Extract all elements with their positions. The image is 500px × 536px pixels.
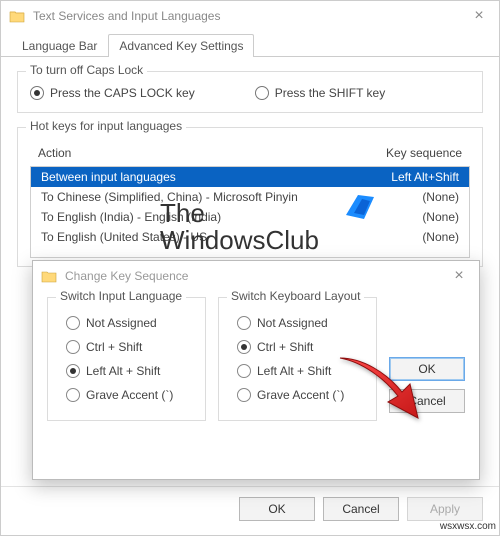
hotkeys-group-label: Hot keys for input languages: [26, 119, 186, 133]
radio-grave-accent[interactable]: Grave Accent (`): [237, 388, 358, 402]
radio-label: Grave Accent (`): [86, 388, 173, 402]
radio-icon: [30, 86, 44, 100]
radio-ctrl-shift[interactable]: Ctrl + Shift: [66, 340, 187, 354]
hotkeys-group: Hot keys for input languages Action Key …: [17, 127, 483, 267]
radio-icon: [237, 364, 251, 378]
list-header: Action Key sequence: [30, 142, 470, 166]
window-icon: [9, 9, 25, 23]
radio-label: Not Assigned: [257, 316, 328, 330]
radio-icon: [255, 86, 269, 100]
radio-ctrl-shift[interactable]: Ctrl + Shift: [237, 340, 358, 354]
radio-label: Press the SHIFT key: [275, 86, 385, 100]
window-title: Text Services and Input Languages: [33, 9, 467, 23]
dialog-footer: OK Cancel Apply: [1, 486, 499, 535]
close-icon[interactable]: ×: [467, 7, 491, 25]
col-seq-header: Key sequence: [362, 146, 462, 160]
radio-label: Press the CAPS LOCK key: [50, 86, 195, 100]
radio-icon: [237, 316, 251, 330]
dialog-buttons: OK Cancel: [389, 297, 465, 421]
radio-label: Left Alt + Shift: [86, 364, 160, 378]
capslock-group: To turn off Caps Lock Press the CAPS LOC…: [17, 71, 483, 113]
hotkeys-listbox[interactable]: Between input languages Left Alt+Shift T…: [30, 166, 470, 258]
tab-body: To turn off Caps Lock Press the CAPS LOC…: [1, 57, 499, 289]
close-icon[interactable]: ×: [447, 267, 471, 285]
radio-icon: [237, 388, 251, 402]
radio-not-assigned[interactable]: Not Assigned: [237, 316, 358, 330]
dialog-titlebar: Change Key Sequence ×: [33, 261, 479, 291]
list-item-action: To English (India) - English (India): [41, 210, 369, 224]
list-item-seq: (None): [369, 230, 459, 244]
list-item-seq: (None): [369, 210, 459, 224]
window-icon: [41, 269, 57, 283]
radio-icon: [66, 364, 80, 378]
list-item-action: To English (United States) - US: [41, 230, 369, 244]
radio-label: Not Assigned: [86, 316, 157, 330]
apply-button[interactable]: Apply: [407, 497, 483, 521]
list-item-seq: (None): [369, 190, 459, 204]
tab-language-bar[interactable]: Language Bar: [11, 34, 108, 56]
radio-left-alt-shift[interactable]: Left Alt + Shift: [66, 364, 187, 378]
group-label: Switch Input Language: [56, 289, 186, 303]
dialog-title: Change Key Sequence: [65, 269, 447, 283]
radio-not-assigned[interactable]: Not Assigned: [66, 316, 187, 330]
ok-button[interactable]: OK: [239, 497, 315, 521]
radio-icon: [66, 316, 80, 330]
radio-shift-key[interactable]: Press the SHIFT key: [255, 86, 385, 100]
switch-input-language-group: Switch Input Language Not Assigned Ctrl …: [47, 297, 206, 421]
dialog-body: Switch Input Language Not Assigned Ctrl …: [33, 291, 479, 431]
capslock-group-label: To turn off Caps Lock: [26, 63, 147, 77]
cancel-button[interactable]: Cancel: [323, 497, 399, 521]
radio-grave-accent[interactable]: Grave Accent (`): [66, 388, 187, 402]
radio-label: Ctrl + Shift: [257, 340, 313, 354]
list-item-action: To Chinese (Simplified, China) - Microso…: [41, 190, 369, 204]
radio-left-alt-shift[interactable]: Left Alt + Shift: [237, 364, 358, 378]
ok-button[interactable]: OK: [389, 357, 465, 381]
switch-keyboard-layout-group: Switch Keyboard Layout Not Assigned Ctrl…: [218, 297, 377, 421]
group-label: Switch Keyboard Layout: [227, 289, 364, 303]
radio-icon: [237, 340, 251, 354]
list-item[interactable]: To Chinese (Simplified, China) - Microso…: [31, 187, 469, 207]
titlebar: Text Services and Input Languages ×: [1, 1, 499, 31]
list-item[interactable]: To English (United States) - US (None): [31, 227, 469, 247]
radio-label: Ctrl + Shift: [86, 340, 142, 354]
tab-advanced-key-settings[interactable]: Advanced Key Settings: [108, 34, 254, 57]
cancel-button[interactable]: Cancel: [389, 389, 465, 413]
list-item-action: Between input languages: [41, 170, 369, 184]
radio-icon: [66, 388, 80, 402]
col-action-header: Action: [38, 146, 362, 160]
list-item[interactable]: To English (India) - English (India) (No…: [31, 207, 469, 227]
radio-label: Grave Accent (`): [257, 388, 344, 402]
tabstrip: Language Bar Advanced Key Settings: [1, 31, 499, 57]
list-item-seq: Left Alt+Shift: [369, 170, 459, 184]
list-item[interactable]: Between input languages Left Alt+Shift: [31, 167, 469, 187]
radio-capslock-key[interactable]: Press the CAPS LOCK key: [30, 86, 195, 100]
radio-label: Left Alt + Shift: [257, 364, 331, 378]
source-watermark: wsxwsx.com: [440, 521, 496, 532]
change-key-sequence-dialog: Change Key Sequence × Switch Input Langu…: [32, 260, 480, 480]
radio-icon: [66, 340, 80, 354]
